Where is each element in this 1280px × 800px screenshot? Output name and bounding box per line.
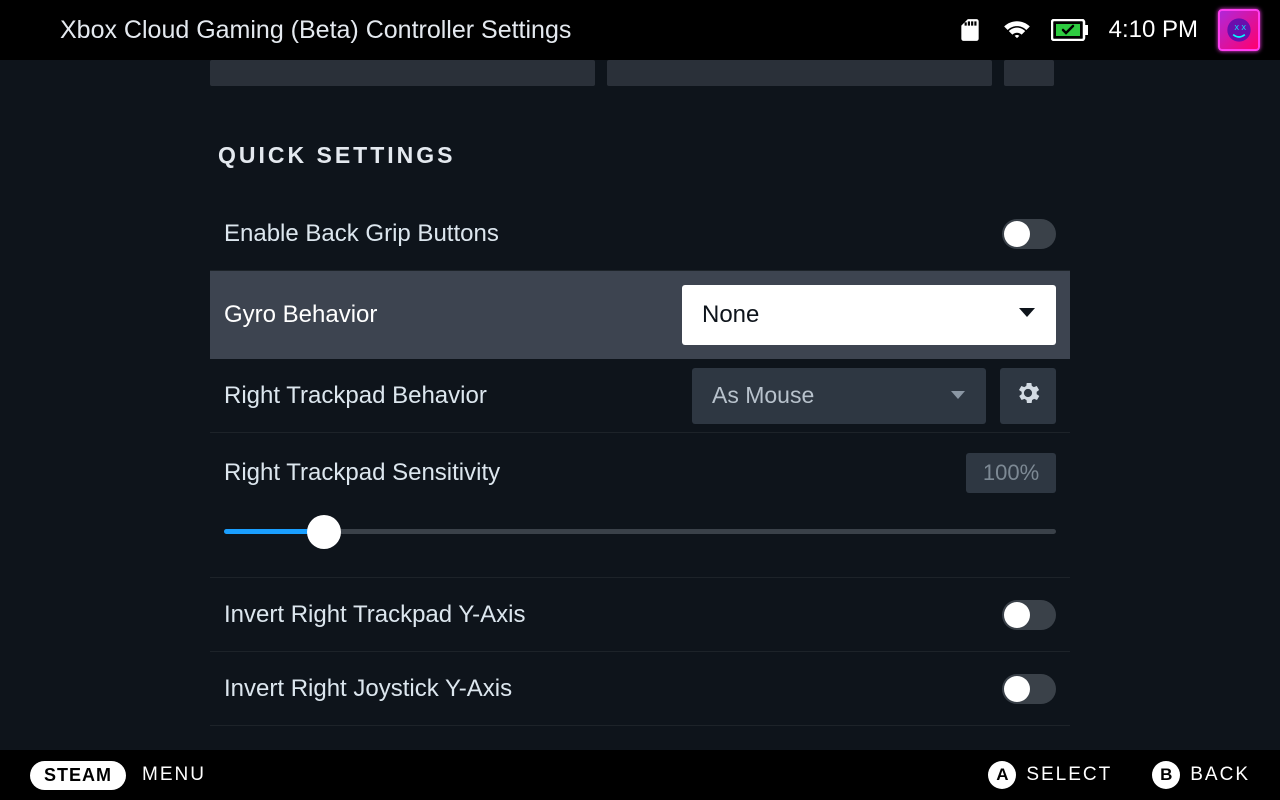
page-title: Xbox Cloud Gaming (Beta) Controller Sett… [60, 16, 957, 45]
chevron-down-icon [950, 387, 966, 405]
content-area: QUICK SETTINGS Enable Back Grip Buttons … [0, 60, 1280, 750]
enable-back-grip-row[interactable]: Enable Back Grip Buttons [210, 197, 1070, 271]
status-area: 4:10 PM XX [957, 9, 1260, 51]
sd-card-icon [957, 17, 983, 43]
avatar[interactable]: XX [1218, 9, 1260, 51]
quick-settings-panel: QUICK SETTINGS Enable Back Grip Buttons … [0, 142, 1280, 726]
right-trackpad-behavior-label: Right Trackpad Behavior [224, 382, 692, 410]
invert-right-joystick-y-toggle[interactable] [1002, 674, 1056, 704]
right-trackpad-settings-button[interactable] [1000, 368, 1056, 424]
gyro-behavior-label: Gyro Behavior [224, 301, 682, 329]
invert-right-joystick-y-label: Invert Right Joystick Y-Axis [224, 675, 1002, 703]
invert-right-trackpad-y-toggle[interactable] [1002, 600, 1056, 630]
right-trackpad-sensitivity-label: Right Trackpad Sensitivity [224, 459, 966, 487]
gyro-behavior-value: None [702, 301, 1018, 329]
select-label: SELECT [1026, 764, 1112, 786]
steam-button[interactable]: STEAM [30, 761, 126, 790]
back-hint: B BACK [1152, 761, 1250, 789]
menu-button-label[interactable]: MENU [142, 764, 206, 786]
enable-back-grip-toggle[interactable] [1002, 219, 1056, 249]
svg-text:X: X [1241, 25, 1246, 32]
svg-text:X: X [1234, 25, 1239, 32]
gear-icon [1014, 379, 1042, 412]
clock: 4:10 PM [1109, 16, 1198, 44]
gyro-behavior-row[interactable]: Gyro Behavior None [210, 271, 1070, 359]
enable-back-grip-label: Enable Back Grip Buttons [224, 220, 1002, 248]
gyro-behavior-dropdown[interactable]: None [682, 285, 1056, 345]
select-hint: A SELECT [988, 761, 1112, 789]
dropdown-row-remnant [0, 60, 1280, 92]
b-button-icon: B [1152, 761, 1180, 789]
bottom-bar: STEAM MENU A SELECT B BACK [0, 750, 1280, 800]
right-trackpad-behavior-dropdown[interactable]: As Mouse [692, 368, 986, 424]
right-trackpad-sensitivity-slider[interactable] [224, 513, 1056, 549]
invert-right-trackpad-y-row[interactable]: Invert Right Trackpad Y-Axis [210, 578, 1070, 652]
remnant-button[interactable] [1004, 60, 1054, 86]
remnant-dropdown-1[interactable] [210, 60, 595, 86]
battery-icon [1051, 19, 1089, 41]
right-trackpad-behavior-row[interactable]: Right Trackpad Behavior As Mouse [210, 359, 1070, 433]
invert-right-joystick-y-row[interactable]: Invert Right Joystick Y-Axis [210, 652, 1070, 726]
back-label: BACK [1190, 764, 1250, 786]
right-trackpad-behavior-value: As Mouse [712, 382, 950, 409]
right-trackpad-sensitivity-row[interactable]: Right Trackpad Sensitivity 100% [210, 433, 1070, 578]
remnant-dropdown-2[interactable] [607, 60, 992, 86]
top-bar: Xbox Cloud Gaming (Beta) Controller Sett… [0, 0, 1280, 60]
chevron-down-icon [1018, 306, 1036, 324]
invert-right-trackpad-y-label: Invert Right Trackpad Y-Axis [224, 601, 1002, 629]
a-button-icon: A [988, 761, 1016, 789]
right-trackpad-sensitivity-value: 100% [966, 453, 1056, 493]
quick-settings-header: QUICK SETTINGS [218, 142, 1070, 169]
wifi-icon [1003, 16, 1031, 44]
